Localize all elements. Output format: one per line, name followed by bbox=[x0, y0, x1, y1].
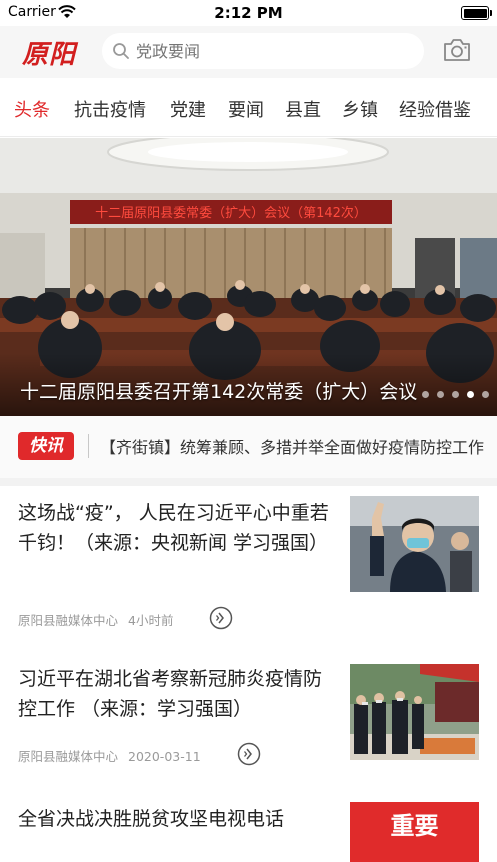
meeting-photo: 十二届原阳县委常委（扩大）会议（第142次） bbox=[0, 138, 497, 416]
tab-headlines[interactable]: 头条 bbox=[14, 96, 50, 122]
news-title: 这场战“疫”， 人民在习近平心中重若千钧！（来源：央视新闻 学习强国） bbox=[18, 502, 329, 554]
search-icon bbox=[113, 43, 129, 59]
share-icon[interactable] bbox=[237, 742, 261, 766]
news-meta: 原阳县融媒体中心 4小时前 bbox=[18, 610, 173, 629]
camera-icon[interactable] bbox=[442, 37, 472, 63]
status-bar: Carrier 2:12 PM bbox=[0, 0, 497, 26]
search-bar[interactable] bbox=[102, 33, 424, 69]
tab-towns[interactable]: 乡镇 bbox=[342, 96, 378, 122]
news-source: 原阳县融媒体中心 bbox=[18, 749, 119, 764]
news-time: 2020-03-11 bbox=[128, 749, 201, 764]
carousel-dot[interactable] bbox=[437, 391, 444, 398]
news-time: 4小时前 bbox=[128, 613, 174, 628]
news-item[interactable]: 全省决战决胜脱贫攻坚电视电话 重要 bbox=[0, 784, 497, 862]
app-logo: 原阳 bbox=[22, 40, 77, 70]
carousel-dot[interactable] bbox=[482, 391, 489, 398]
news-thumbnail: 重要 bbox=[350, 802, 479, 862]
news-title: 全省决战决胜脱贫攻坚电视电话 bbox=[18, 808, 285, 830]
carousel-indicator bbox=[414, 383, 489, 402]
top-bar: 原阳 bbox=[0, 26, 497, 78]
flash-news-bar[interactable]: 快讯 【齐街镇】统筹兼顾、多措并举全面做好疫情防控工作 bbox=[0, 416, 497, 486]
news-title: 习近平在湖北省考察新冠肺炎疫情防控工作 （来源：学习强国） bbox=[18, 668, 323, 720]
tab-fight-epidemic[interactable]: 抗击疫情 bbox=[74, 96, 146, 122]
news-item[interactable]: 这场战“疫”， 人民在习近平心中重若千钧！（来源：央视新闻 学习强国） 原阳县融… bbox=[0, 486, 497, 647]
news-thumbnail bbox=[350, 496, 479, 592]
flash-badge: 快讯 bbox=[18, 432, 74, 460]
news-source: 原阳县融媒体中心 bbox=[18, 613, 119, 628]
thumbnail-text: 重要 bbox=[390, 811, 439, 840]
clock: 2:12 PM bbox=[214, 4, 283, 22]
headline-banner[interactable]: 十二届原阳县委常委（扩大）会议（第142次） 十二届原阳县委召开第142次常委（… bbox=[0, 138, 497, 416]
battery-icon bbox=[461, 6, 492, 20]
tab-experience[interactable]: 经验借鉴 bbox=[399, 96, 471, 122]
banner-sign: 十二届原阳县委常委（扩大）会议（第142次） bbox=[95, 205, 367, 221]
carousel-dot[interactable] bbox=[452, 391, 459, 398]
tab-key-news[interactable]: 要闻 bbox=[228, 96, 264, 122]
news-thumbnail bbox=[350, 664, 479, 760]
share-icon[interactable] bbox=[209, 606, 233, 630]
search-input[interactable] bbox=[136, 33, 416, 69]
flash-text: 【齐街镇】统筹兼顾、多措并举全面做好疫情防控工作 bbox=[100, 438, 485, 457]
news-meta: 原阳县融媒体中心 2020-03-11 bbox=[18, 746, 201, 765]
divider bbox=[88, 434, 89, 458]
category-tabs: 头条 抗击疫情 党建 要闻 县直 乡镇 经验借鉴 bbox=[0, 78, 497, 137]
tab-party-building[interactable]: 党建 bbox=[170, 96, 206, 122]
carousel-dot[interactable] bbox=[422, 391, 429, 398]
tab-county-dept[interactable]: 县直 bbox=[285, 96, 321, 122]
carousel-dot-active[interactable] bbox=[467, 391, 474, 398]
news-item[interactable]: 习近平在湖北省考察新冠肺炎疫情防控工作 （来源：学习强国） 原阳县融媒体中心 2… bbox=[0, 646, 497, 785]
